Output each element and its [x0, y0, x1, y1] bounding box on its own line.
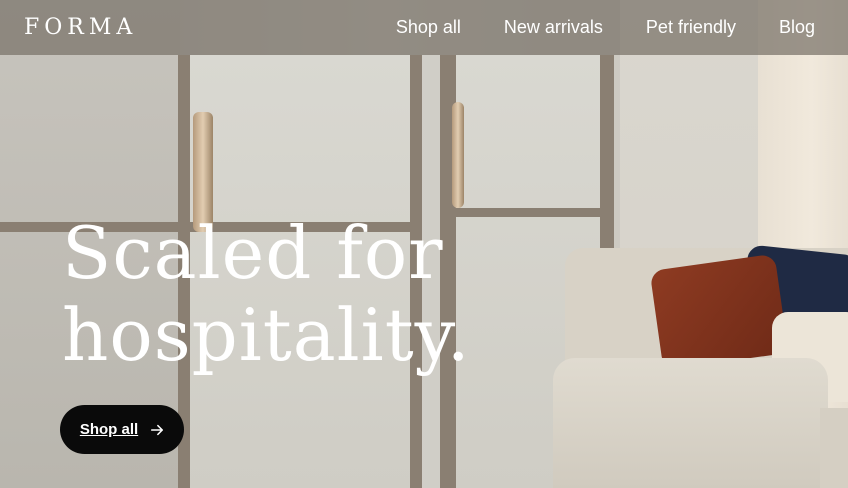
hero-headline-line: Scaled for	[62, 211, 444, 295]
shop-all-button[interactable]: Shop all	[60, 405, 184, 454]
nav-link-pet-friendly[interactable]: Pet friendly	[646, 17, 736, 38]
sofa-seat	[820, 408, 848, 488]
hero-headline: Scaled for hospitality.	[62, 212, 471, 376]
nav-link-shop-all[interactable]: Shop all	[396, 17, 461, 38]
shop-all-button-label: Shop all	[79, 421, 139, 438]
arrow-right-icon	[151, 424, 164, 435]
nav-links: Shop all New arrivals Pet friendly Blog	[396, 17, 815, 38]
nav-link-blog[interactable]: Blog	[779, 17, 815, 38]
hero-headline-line: hospitality.	[62, 293, 471, 377]
sofa-arm	[553, 358, 828, 488]
pillow	[649, 253, 789, 371]
door-handle	[452, 102, 464, 208]
top-nav: FORMA Shop all New arrivals Pet friendly…	[0, 0, 848, 55]
brand-logo[interactable]: FORMA	[24, 15, 137, 40]
nav-link-new-arrivals[interactable]: New arrivals	[504, 17, 603, 38]
